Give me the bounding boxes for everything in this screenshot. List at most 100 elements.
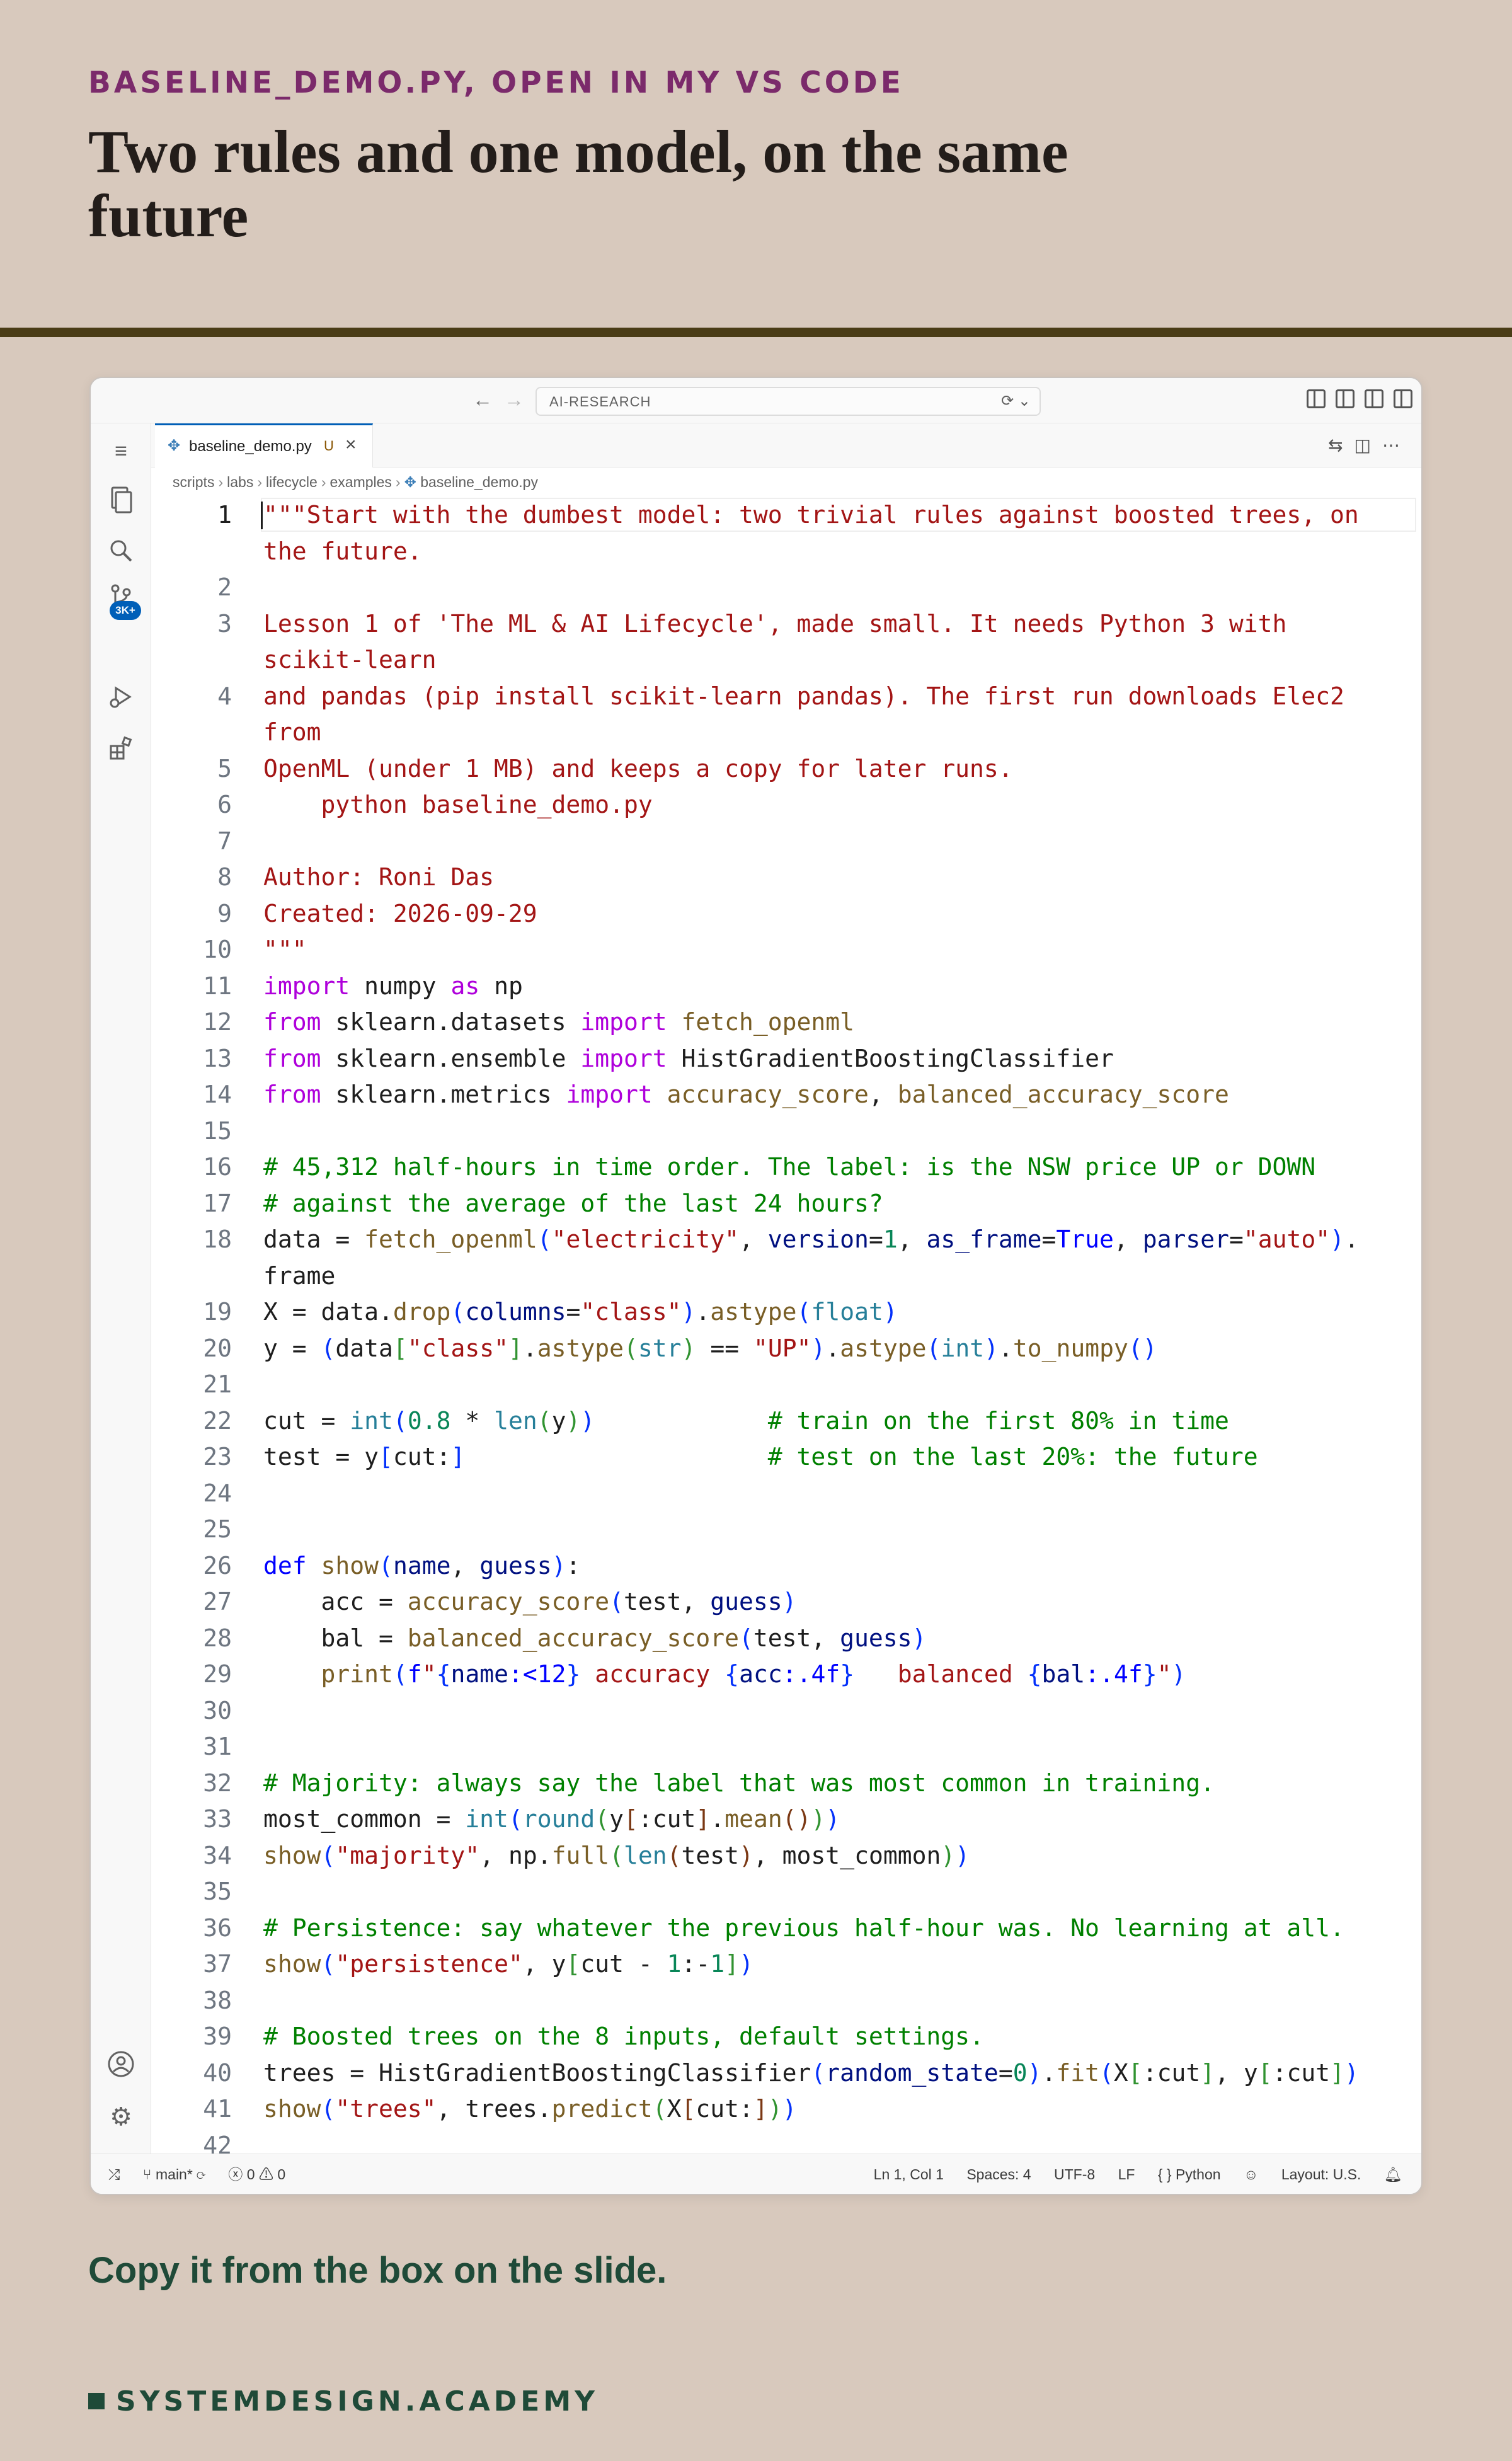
code-line[interactable]: 13 from sklearn.ensemble import HistGradi… [151, 1040, 1421, 1077]
remote-icon[interactable]: ⤮ [108, 2154, 120, 2194]
code-line[interactable]: 21 [151, 1366, 1421, 1403]
code-line[interactable]: frame [151, 1258, 1421, 1294]
code-line[interactable]: 17 # against the average of the last 24 h… [151, 1185, 1421, 1222]
code-line[interactable]: 18 data = fetch_openml("electricity", ver… [151, 1221, 1421, 1258]
settings-gear-icon[interactable]: ⚙ [106, 2102, 136, 2132]
line-number: 11 [203, 972, 232, 1000]
search-icon[interactable] [106, 538, 136, 568]
code-line[interactable]: 8 Author: Roni Das [151, 859, 1421, 895]
editor-actions[interactable]: ⇆◫⋯ [1328, 435, 1411, 456]
branch-indicator[interactable]: ⑂ main* ⟳ [143, 2154, 205, 2194]
code-line[interactable]: 39 # Boosted trees on the 8 inputs, defau… [151, 2018, 1421, 2055]
problems-indicator[interactable]: ⓧ 0 ⚠ 0 [228, 2154, 285, 2194]
code-line[interactable]: scikit-learn [151, 641, 1421, 678]
code-line[interactable]: the future. [151, 533, 1421, 570]
code-line[interactable]: 4 and pandas (pip install scikit-learn pa… [151, 678, 1421, 714]
code-line[interactable]: 23 test = y[cut:] # test on the last 20%:… [151, 1438, 1421, 1475]
code-line[interactable]: 36 # Persistence: say whatever the previo… [151, 1910, 1421, 1946]
code-line[interactable]: from [151, 714, 1421, 750]
code-line[interactable]: 1 """Start with the dumbest model: two tr… [151, 496, 1421, 533]
code-line[interactable]: 7 [151, 823, 1421, 859]
code-text: test = y[cut:] # test on the last 20%: t… [263, 1443, 1258, 1471]
code-line[interactable]: 41 show("trees", trees.predict(X[cut:])) [151, 2091, 1421, 2127]
line-number: 42 [203, 2131, 232, 2155]
tab-baseline-demo[interactable]: ✥ baseline_demo.py U × [155, 423, 373, 468]
menu-icon[interactable]: ≡ [106, 436, 136, 466]
code-line[interactable]: 42 [151, 2127, 1421, 2155]
keyboard-layout[interactable]: Layout: U.S. [1281, 2154, 1361, 2194]
toggle-secondary-sidebar-icon[interactable] [1394, 389, 1412, 408]
toggle-primary-sidebar-icon[interactable] [1336, 389, 1354, 408]
language-mode[interactable]: { } Python [1158, 2154, 1221, 2194]
breadcrumb-item[interactable]: labs [227, 474, 253, 490]
chevron-right-icon: › [218, 474, 224, 490]
code-line[interactable]: 22 cut = int(0.8 * len(y)) # train on the… [151, 1403, 1421, 1439]
code-line[interactable]: 32 # Majority: always say the label that … [151, 1765, 1421, 1801]
close-icon[interactable]: × [345, 434, 357, 456]
code-line[interactable]: 15 [151, 1113, 1421, 1149]
code-text: from sklearn.datasets import fetch_openm… [263, 1008, 855, 1036]
copilot-icon[interactable]: ⟳ ⌄ [1001, 392, 1031, 410]
line-number: 22 [203, 1407, 232, 1435]
code-line[interactable]: 40 trees = HistGradientBoostingClassifier… [151, 2055, 1421, 2091]
copilot-status-icon[interactable]: ☺ [1244, 2154, 1258, 2194]
code-editor[interactable]: 1 """Start with the dumbest model: two tr… [151, 496, 1421, 2155]
code-line[interactable]: 3 Lesson 1 of 'The ML & AI Lifecycle', ma… [151, 605, 1421, 642]
code-line[interactable]: 9 Created: 2026-09-29 [151, 895, 1421, 932]
code-line[interactable]: 6 python baseline_demo.py [151, 786, 1421, 823]
code-line[interactable]: 12 from sklearn.datasets import fetch_ope… [151, 1004, 1421, 1040]
breadcrumb-item[interactable]: scripts [173, 474, 214, 490]
source-control-badge: 3K+ [110, 601, 141, 620]
code-line[interactable]: 30 [151, 1692, 1421, 1729]
code-line[interactable]: 33 most_common = int(round(y[:cut].mean()… [151, 1801, 1421, 1837]
code-line[interactable]: 14 from sklearn.metrics import accuracy_s… [151, 1076, 1421, 1113]
code-line[interactable]: 31 [151, 1728, 1421, 1765]
line-number: 34 [203, 1842, 232, 1869]
code-text: and pandas (pip install scikit-learn pan… [263, 682, 1344, 710]
code-line[interactable]: 11 import numpy as np [151, 968, 1421, 1004]
code-line[interactable]: 2 [151, 569, 1421, 605]
code-text: acc = accuracy_score(test, guess) [263, 1588, 797, 1615]
code-line[interactable]: 5 OpenML (under 1 MB) and keeps a copy fo… [151, 750, 1421, 787]
code-text: most_common = int(round(y[:cut].mean())) [263, 1805, 840, 1833]
customize-layout-icon[interactable] [1307, 389, 1326, 408]
back-arrow-icon[interactable]: ← [472, 388, 493, 411]
breadcrumb-item[interactable]: examples [329, 474, 391, 490]
code-line[interactable]: 38 [151, 1982, 1421, 2019]
cursor-position[interactable]: Ln 1, Col 1 [874, 2154, 944, 2194]
accounts-icon[interactable] [106, 2050, 136, 2080]
code-text: def show(name, guess): [263, 1552, 581, 1580]
code-line[interactable]: 35 [151, 1873, 1421, 1910]
explorer-icon[interactable] [106, 486, 136, 517]
code-line[interactable]: 16 # 45,312 half-hours in time order. The… [151, 1149, 1421, 1185]
line-number: 15 [203, 1117, 232, 1145]
code-text: print(f"{name:<12} accuracy {acc:.4f} ba… [321, 1660, 1186, 1688]
run-debug-icon[interactable] [106, 684, 136, 714]
code-text: from [263, 718, 321, 746]
code-text: show("trees", trees.predict(X[cut:])) [263, 2095, 797, 2123]
code-line[interactable]: 27 acc = accuracy_score(test, guess) [151, 1583, 1421, 1620]
code-line[interactable]: 37 show("persistence", y[cut - 1:-1]) [151, 1946, 1421, 1982]
end-of-line[interactable]: LF [1118, 2154, 1135, 2194]
line-number: 35 [203, 1878, 232, 1905]
code-line[interactable]: 24 [151, 1475, 1421, 1512]
code-line[interactable]: 10 """ [151, 931, 1421, 968]
toggle-panel-icon[interactable] [1365, 389, 1383, 408]
indentation[interactable]: Spaces: 4 [966, 2154, 1031, 2194]
encoding[interactable]: UTF-8 [1054, 2154, 1095, 2194]
code-line[interactable]: 25 [151, 1511, 1421, 1547]
forward-arrow-icon[interactable]: → [504, 388, 524, 411]
command-center-search[interactable]: AI-RESEARCH ⟳ ⌄ [536, 387, 1041, 416]
notifications-bell-icon[interactable]: 🔔︎ [1384, 2154, 1402, 2194]
extensions-icon[interactable] [106, 736, 136, 766]
code-text: # 45,312 half-hours in time order. The l… [263, 1153, 1316, 1181]
breadcrumb-item[interactable]: lifecycle [266, 474, 318, 490]
page-title: Two rules and one model, on the same fut… [88, 118, 1068, 250]
code-line[interactable]: 34 show("majority", np.full(len(test), mo… [151, 1837, 1421, 1874]
code-line[interactable]: 19 X = data.drop(columns="class").astype(… [151, 1294, 1421, 1330]
code-line[interactable]: 26 def show(name, guess): [151, 1547, 1421, 1584]
code-line[interactable]: 28 bal = balanced_accuracy_score(test, g… [151, 1620, 1421, 1656]
breadcrumb-item[interactable]: baseline_demo.py [420, 474, 538, 490]
code-line[interactable]: 20 y = (data["class"].astype(str) == "UP"… [151, 1330, 1421, 1367]
code-line[interactable]: 29 print(f"{name:<12} accuracy {acc:.4f}… [151, 1656, 1421, 1692]
